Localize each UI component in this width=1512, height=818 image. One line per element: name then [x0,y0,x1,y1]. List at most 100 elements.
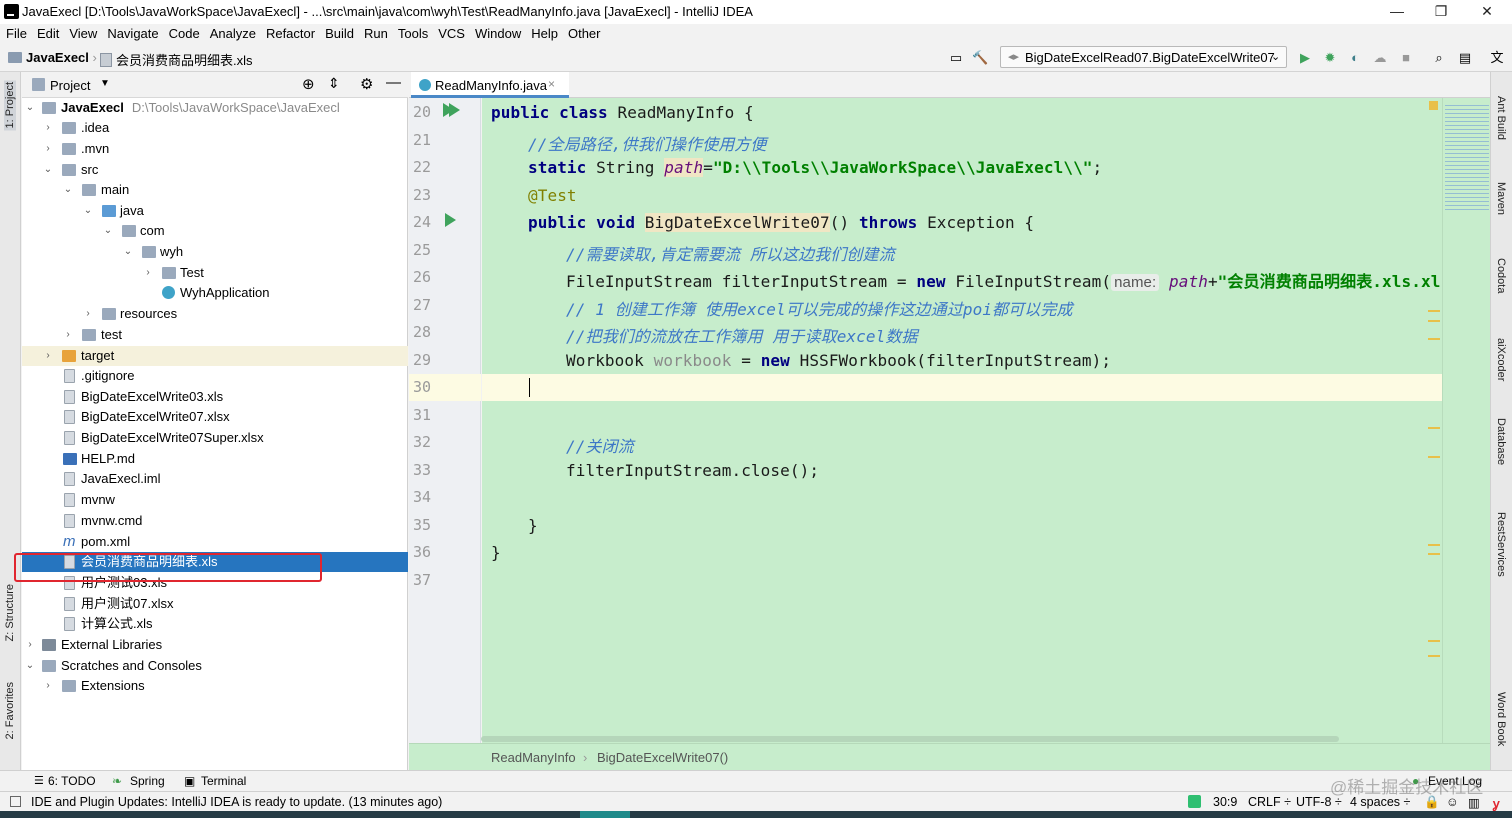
stop-icon[interactable]: ■ [1398,51,1414,65]
project-panel-title[interactable]: Project [50,78,90,93]
scroll-mark[interactable] [1428,338,1440,340]
chevron-down-icon[interactable]: ▼ [100,78,110,89]
chevron-down-icon[interactable]: ⌄ [24,98,36,118]
tool-tab-todo[interactable]: 6: TODO [48,774,96,788]
tab-readmanyinfo[interactable]: ReadManyInfo.java × [411,72,569,98]
profile-icon[interactable]: ☁ [1372,51,1388,65]
chevron-down-icon[interactable]: ⌄ [24,656,36,676]
menu-code[interactable]: Code [169,24,200,44]
scroll-mark[interactable] [1428,320,1440,322]
chevron-down-icon[interactable]: ⌄ [102,221,114,241]
toggle-tool-windows-icon[interactable] [10,796,21,807]
run-test-icon[interactable] [445,213,456,227]
tool-tab-database[interactable]: Database [1495,418,1507,465]
breadcrumb-file[interactable]: 会员消费商品明细表.xls [100,50,253,69]
tree-item-scratches[interactable]: ⌄ Scratches and Consoles [22,656,408,676]
tree-item-src[interactable]: ⌄ src [22,160,408,180]
menu-edit[interactable]: Edit [37,24,59,44]
menu-analyze[interactable]: Analyze [210,24,256,44]
chevron-down-icon[interactable]: ⌄ [82,201,94,221]
menu-refactor[interactable]: Refactor [266,24,315,44]
search-icon[interactable]: ⌕ [1431,51,1447,65]
scroll-mark[interactable] [1428,655,1440,657]
menu-navigate[interactable]: Navigate [107,24,158,44]
tool-tab-aixcoder[interactable]: aiXcoder [1495,338,1507,381]
tree-item-mvn[interactable]: › .mvn [22,139,408,159]
tree-item-main[interactable]: ⌄ main [22,180,408,200]
tool-tab-spring[interactable]: Spring [130,774,165,788]
chevron-right-icon[interactable]: › [42,346,54,366]
line-separator[interactable]: CRLF ÷ [1248,795,1291,809]
scroll-mark[interactable] [1428,544,1440,546]
code-editor[interactable] [482,98,1442,743]
tree-item-user-test07[interactable]: 用户测试07.xlsx [22,594,408,614]
restore-button[interactable]: ❐ [1418,0,1464,24]
editor-minimap[interactable] [1442,98,1490,743]
tree-item-iml[interactable]: JavaExecl.iml [22,469,408,489]
close-button[interactable]: ✕ [1464,0,1510,24]
tree-item-help-md[interactable]: HELP.md [22,449,408,469]
tree-item-mvnw-cmd[interactable]: mvnw.cmd [22,511,408,531]
tree-item-wyhapplication[interactable]: WyhApplication [22,283,408,303]
tree-item-java[interactable]: ⌄ java [22,201,408,221]
tree-item-formula-xls[interactable]: 计算公式.xls [22,614,408,634]
tool-tab-structure[interactable]: Z: Structure [4,584,16,641]
debug-icon[interactable]: ✹ [1322,51,1338,65]
caret-position[interactable]: 30:9 [1213,795,1237,809]
tool-tab-codota[interactable]: Codota [1495,258,1507,293]
chevron-right-icon[interactable]: › [42,676,54,696]
menu-help[interactable]: Help [531,24,558,44]
tree-item-bigdateexcelwrite07[interactable]: BigDateExcelWrite07.xlsx [22,407,408,427]
tree-item-mvnw[interactable]: mvnw [22,490,408,510]
menu-file[interactable]: File [6,24,27,44]
locate-icon[interactable]: ⊕ [302,75,315,93]
chevron-down-icon[interactable]: ⌄ [122,242,134,262]
scroll-mark[interactable] [1428,427,1440,429]
tree-item-target[interactable]: › target [22,346,408,366]
chevron-right-icon[interactable]: › [62,325,74,345]
chevron-right-icon[interactable]: › [42,139,54,159]
chevron-right-icon[interactable]: › [42,118,54,138]
breadcrumb-class[interactable]: ReadManyInfo [491,750,576,765]
tool-tab-word-book[interactable]: Word Book [1495,692,1507,746]
menu-vcs[interactable]: VCS [438,24,465,44]
warning-indicator-icon[interactable] [1429,101,1438,110]
menu-run[interactable]: Run [364,24,388,44]
chevron-down-icon[interactable]: ⌄ [62,180,74,200]
tool-tab-maven[interactable]: Maven [1495,182,1507,215]
hide-icon[interactable]: — [386,74,401,91]
tool-tab-project[interactable]: 1: Project [4,80,16,131]
codota-status-icon[interactable] [1188,795,1201,808]
run-configuration-select[interactable]: ◂▸ BigDateExcelRead07.BigDateExcelWrite0… [1000,46,1287,68]
tree-item-extensions[interactable]: › Extensions [22,676,408,696]
menu-build[interactable]: Build [325,24,354,44]
scroll-mark[interactable] [1428,553,1440,555]
tool-tab-terminal[interactable]: Terminal [201,774,246,788]
collapse-icon[interactable]: ⇕ [328,75,340,92]
translate-icon[interactable]: 文 [1489,51,1505,65]
tool-tab-restservices[interactable]: RestServices [1495,512,1507,577]
gear-icon[interactable]: ⚙ [360,75,373,93]
tree-item-test[interactable]: › test [22,325,408,345]
layout-icon[interactable]: ▭ [948,51,964,65]
chevron-down-icon[interactable]: ⌄ [42,160,54,180]
run-class-icon[interactable] [449,103,460,117]
project-structure-icon[interactable]: ▤ [1457,51,1473,65]
breadcrumb-method[interactable]: BigDateExcelWrite07() [597,750,728,765]
tree-item-root[interactable]: ⌄ JavaExecl D:\Tools\JavaWorkSpace\JavaEx… [22,98,408,118]
close-icon[interactable]: × [548,77,555,91]
chevron-right-icon[interactable]: › [82,304,94,324]
horizontal-scrollbar[interactable] [481,736,1339,742]
scroll-mark[interactable] [1428,456,1440,458]
tool-tab-favorites[interactable]: 2: Favorites [4,682,16,739]
run-icon[interactable]: ▶ [1297,51,1313,65]
tree-item-gitignore[interactable]: .gitignore [22,366,408,386]
tree-item-external-libraries[interactable]: › External Libraries [22,635,408,655]
plugin-icon[interactable]: ỿ [1493,795,1499,812]
tree-item-resources[interactable]: › resources [22,304,408,324]
menu-tools[interactable]: Tools [398,24,428,44]
tree-item-bigdateexcelwrite07super[interactable]: BigDateExcelWrite07Super.xlsx [22,428,408,448]
tree-item-idea[interactable]: › .idea [22,118,408,138]
coverage-icon[interactable]: ◐ [1347,51,1363,65]
menu-view[interactable]: View [69,24,97,44]
